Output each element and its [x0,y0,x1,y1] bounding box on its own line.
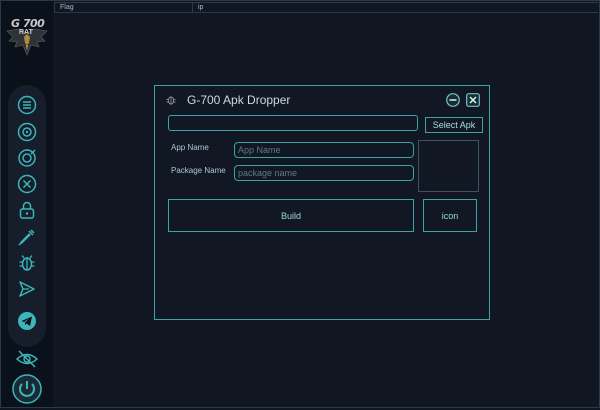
clients-table-header: Flag ip [54,2,598,13]
sidebar-item-lock[interactable] [11,196,43,224]
app-logo: G 700 RAT [5,15,49,61]
package-name-label: Package Name [171,166,226,175]
cancel-icon [17,174,37,194]
sidebar-item-menu[interactable] [11,91,43,119]
sidebar-item-target[interactable] [11,144,43,172]
menu-icon [17,95,37,115]
telegram-icon [18,312,36,330]
sidebar-item-cancel[interactable] [11,170,43,198]
apk-dropper-dialog: G-700 Apk Dropper Select Apk App Name Pa… [154,85,490,320]
build-button[interactable]: Build [168,199,414,232]
sidebar-item-syringe[interactable] [11,223,43,251]
column-header-ip[interactable]: ip [192,3,598,12]
sidebar-item-telegram[interactable] [11,307,43,335]
icon-button[interactable]: icon [423,199,477,232]
disc-icon [17,122,37,142]
lock-icon [19,201,35,219]
minimize-icon [446,93,460,107]
sidebar-item-bug[interactable] [11,249,43,277]
logo-subtitle: RAT [19,29,33,36]
power-icon [12,374,42,404]
column-header-flag[interactable]: Flag [54,3,192,12]
power-button[interactable] [11,373,43,405]
app-name-label: App Name [171,143,209,152]
apk-path-input[interactable] [168,115,418,131]
sidebar: G 700 RAT [1,1,53,407]
close-button[interactable] [466,93,480,107]
app-name-input[interactable] [234,142,414,158]
sidebar-item-send[interactable] [11,275,43,303]
sidebar-item-disc[interactable] [11,118,43,146]
select-apk-button[interactable]: Select Apk [425,117,483,133]
send-icon [19,281,35,297]
package-name-input[interactable] [234,165,414,181]
icon-preview [418,140,479,192]
hide-toggle-button[interactable] [15,349,39,369]
bug-icon [166,96,176,105]
eye-off-icon [15,350,39,368]
target-icon [18,149,36,167]
minimize-button[interactable] [446,93,460,107]
syringe-icon [18,229,35,246]
bug-icon [19,255,35,271]
dialog-title: G-700 Apk Dropper [187,93,291,107]
close-icon [466,93,480,107]
